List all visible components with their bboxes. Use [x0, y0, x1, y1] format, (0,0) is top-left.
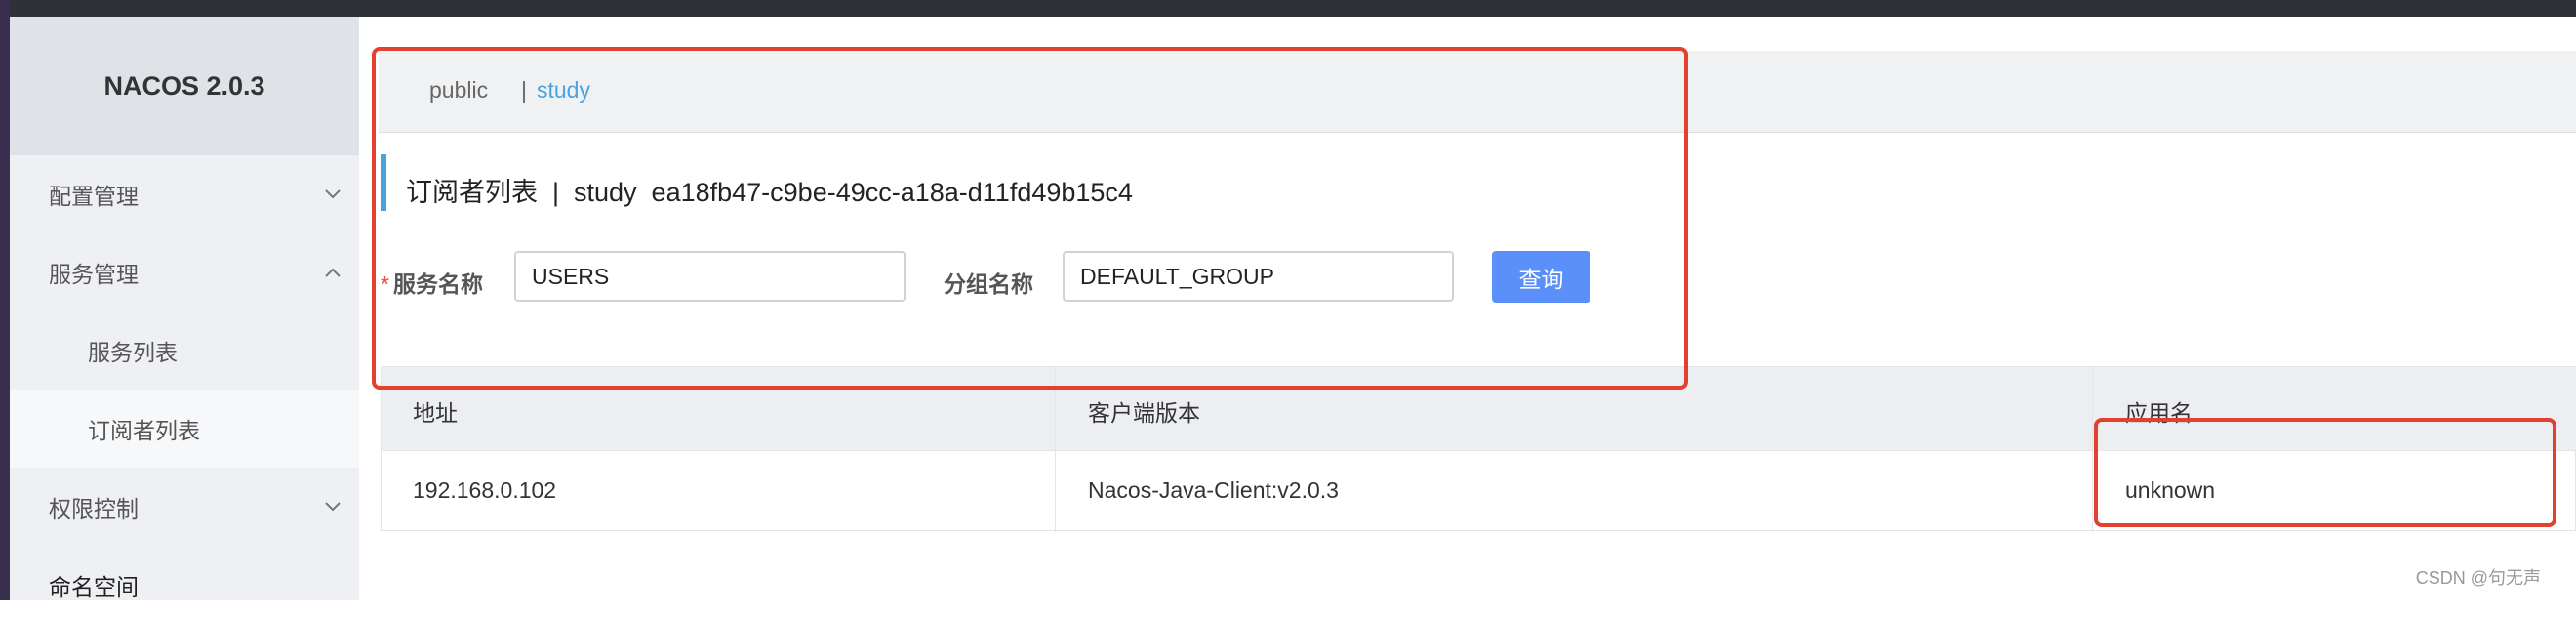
sidebar-item-subscriber-list[interactable]: 订阅者列表	[10, 390, 359, 468]
sidebar: NACOS 2.0.3 配置管理 服务管理 服务列表 订阅者列表 权限控制 命名…	[10, 17, 359, 600]
watermark: CSDN @句无声	[2415, 568, 2541, 588]
sidebar-item-label: 订阅者列表	[88, 418, 200, 443]
sidebar-item-label: 配置管理	[49, 184, 139, 209]
sidebar-item-label: 服务管理	[49, 262, 139, 287]
sidebar-item-service-management[interactable]: 服务管理	[10, 233, 359, 312]
top-bar	[10, 0, 2576, 17]
highlight-box-form	[372, 47, 1688, 390]
column-header-client-version[interactable]: 客户端版本	[1088, 395, 1200, 428]
table-cell-client-version: Nacos-Java-Client:v2.0.3	[1088, 478, 1339, 503]
sidebar-item-config-management[interactable]: 配置管理	[10, 155, 359, 233]
column-header-address[interactable]: 地址	[413, 395, 458, 428]
sidebar-item-namespace[interactable]: 命名空间	[10, 546, 359, 624]
brand-logo[interactable]: NACOS 2.0.3	[10, 17, 359, 155]
chevron-down-icon	[324, 186, 342, 203]
window-edge	[0, 0, 10, 600]
highlight-box-app-name	[2094, 418, 2556, 527]
column-divider	[2092, 367, 2093, 532]
chevron-up-icon	[324, 264, 342, 281]
sidebar-item-service-list[interactable]: 服务列表	[10, 312, 359, 390]
sidebar-item-access-control[interactable]: 权限控制	[10, 468, 359, 546]
sidebar-item-label: 命名空间	[49, 574, 139, 600]
sidebar-item-label: 服务列表	[88, 340, 178, 365]
column-divider	[1055, 367, 1056, 532]
chevron-down-icon	[324, 498, 342, 516]
sidebar-item-label: 权限控制	[49, 496, 139, 521]
table-cell-address: 192.168.0.102	[413, 478, 557, 503]
